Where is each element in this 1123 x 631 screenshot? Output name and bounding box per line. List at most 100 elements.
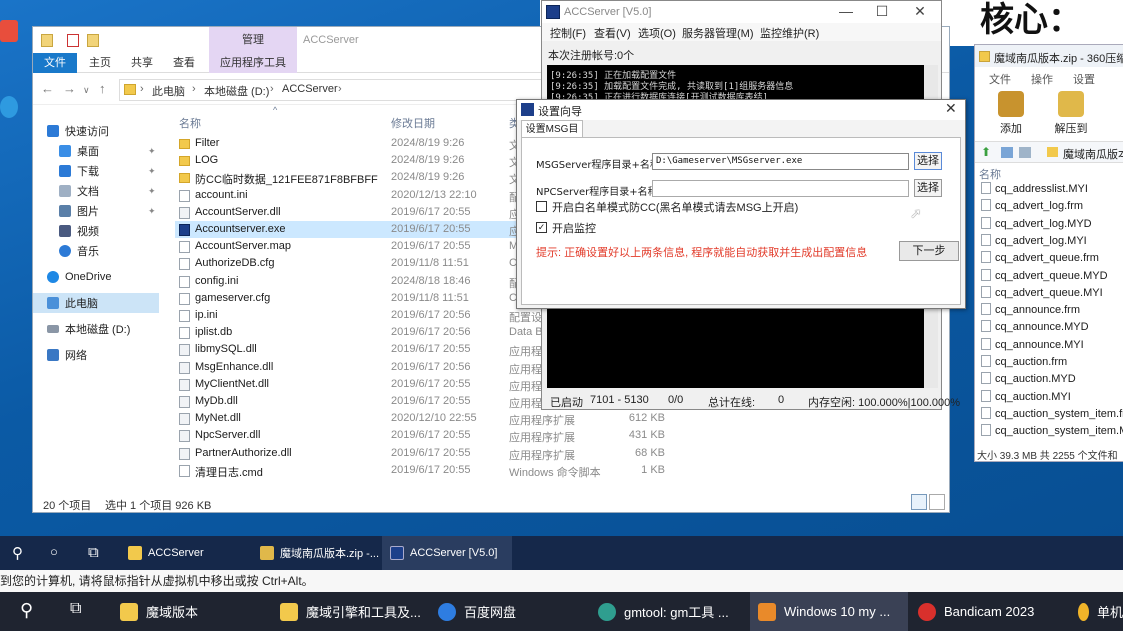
tab-home[interactable]: 主页 (83, 53, 117, 73)
file-row[interactable]: 清理日志.cmd 2019/6/17 20:55 Windows 命令脚本 1 KB (175, 462, 675, 479)
tab-file[interactable]: 文件 (33, 53, 77, 73)
pin-icon[interactable]: ✦ (148, 146, 156, 157)
zip-entry-row[interactable]: cq_auction_system_item.MYD (981, 424, 1123, 441)
nav-videos[interactable]: 视频 (59, 222, 99, 240)
list-icon[interactable] (1019, 147, 1031, 158)
taskbar-app-zip[interactable]: 魔域南瓜版本.zip -... (252, 536, 380, 570)
nav-music[interactable]: 音乐 (59, 242, 99, 260)
close-icon[interactable]: ✕ (908, 3, 932, 20)
monitor-checkbox[interactable]: ✓ (536, 222, 547, 233)
maximize-icon[interactable]: ☐ (870, 3, 894, 20)
zip-menu-operate[interactable]: 操作 (1031, 71, 1053, 87)
zip-entry-row[interactable]: cq_announce.MYI (981, 337, 1084, 355)
host-app-engine-tools[interactable]: 魔域引擎和工具及... (272, 592, 424, 631)
zip-entry-row[interactable]: cq_auction.MYI (981, 389, 1071, 407)
zip-entry-row[interactable]: cq_addresslist.MYI (981, 182, 1088, 199)
zip-entry-row[interactable]: cq_auction.frm (981, 355, 1067, 372)
desktop-icon-edge[interactable] (0, 96, 18, 118)
menu-view[interactable]: 查看(V) (594, 25, 631, 41)
tab-msg-directory[interactable]: 设置MSG目录 (521, 120, 583, 152)
task-view-icon[interactable]: ⧉ (88, 544, 99, 561)
zip-entry-row[interactable]: cq_auction_system_item.frm (981, 406, 1123, 424)
new-folder-icon[interactable] (87, 34, 99, 47)
zip-entry-row[interactable]: cq_advert_queue.MYI (981, 285, 1103, 303)
pin-icon[interactable]: ✦ (148, 166, 156, 177)
tab-app-tools[interactable]: 应用程序工具 (209, 53, 297, 73)
close-icon[interactable]: ✕ (945, 100, 957, 117)
column-header-name[interactable]: 名称 (179, 115, 201, 131)
file-row[interactable]: PartnerAuthorize.dll 2019/6/17 20:55 应用程序扩… (175, 445, 675, 462)
search-icon[interactable]: ⚲ (20, 600, 33, 621)
zip-entry-row[interactable]: cq_auction.MYD (981, 372, 1076, 389)
properties-icon[interactable] (67, 34, 79, 47)
pin-icon[interactable]: ✦ (148, 206, 156, 217)
zip-column-header-name[interactable]: 名称 (979, 166, 1001, 182)
cortana-icon[interactable]: ○ (50, 544, 58, 559)
zip-menu-settings[interactable]: 设置 (1073, 71, 1095, 87)
desktop-icon-app[interactable] (0, 20, 18, 42)
column-header-date[interactable]: 修改日期 (391, 115, 435, 131)
zip-extract-button[interactable]: 解压到 (1051, 91, 1091, 136)
nav-downloads[interactable]: 下载 (59, 162, 99, 180)
file-row[interactable]: NpcServer.dll 2019/6/17 20:55 应用程序扩展 431 KB (175, 427, 675, 444)
npcserver-path-input[interactable] (652, 180, 909, 197)
file-name: NpcServer.dll (195, 429, 261, 442)
search-icon[interactable]: ⚲ (12, 544, 23, 562)
host-app-standalone[interactable]: 单机 (1070, 592, 1123, 631)
zip-current-path[interactable]: 魔域南瓜版本 (1063, 146, 1123, 162)
msgserver-path-input[interactable]: D:\Gameserver\MSGserver.exe (652, 153, 909, 170)
file-row[interactable]: MyNet.dll 2020/12/10 22:55 应用程序扩展 612 KB (175, 410, 675, 427)
host-app-vmware[interactable]: Windows 10 my ... (750, 592, 908, 631)
zip-entry-row[interactable]: cq_advert_log.frm (981, 199, 1083, 216)
zip-entry-row[interactable]: cq_announce.frm (981, 303, 1080, 320)
large-icons-view-icon[interactable] (929, 494, 945, 510)
recent-chevron-icon[interactable]: ∨ (83, 85, 90, 96)
forward-arrow-icon[interactable]: → (63, 81, 76, 96)
minimize-icon[interactable]: — (834, 3, 858, 19)
manage-tab[interactable]: 管理 (209, 27, 297, 53)
zip-add-button[interactable]: 添加 (991, 91, 1031, 136)
zip-entry-row[interactable]: cq_advert_log.MYI (981, 233, 1087, 251)
taskbar-app-explorer[interactable]: ACCServer (120, 536, 250, 570)
up-arrow-icon[interactable]: ↑ (99, 81, 106, 96)
nav-quick-access[interactable]: 快速访问 (47, 122, 109, 140)
breadcrumb-this-pc[interactable]: 此电脑 (152, 83, 185, 99)
next-button[interactable]: 下一步 (899, 241, 959, 261)
whitelist-checkbox[interactable] (536, 201, 547, 212)
menu-server-management[interactable]: 服务器管理(M) (682, 25, 754, 41)
browse-npc-button[interactable]: 选择 (914, 179, 942, 197)
nav-desktop[interactable]: 桌面 (59, 142, 99, 160)
nav-pictures[interactable]: 图片 (59, 202, 99, 220)
host-app-baidu-netdisk[interactable]: 百度网盘 (430, 592, 588, 631)
file-icon (981, 389, 991, 402)
details-view-icon[interactable] (911, 494, 927, 510)
menu-control[interactable]: 控制(F) (550, 25, 586, 41)
tab-share[interactable]: 共享 (125, 53, 159, 73)
breadcrumb-local-disk[interactable]: 本地磁盘 (D:) (204, 83, 269, 99)
nav-local-disk[interactable]: 本地磁盘 (D:) (47, 320, 130, 338)
back-arrow-icon[interactable]: ← (41, 81, 54, 96)
pin-icon[interactable]: ✦ (148, 186, 156, 197)
host-app-gmtool[interactable]: gmtool: gm工具 ... (590, 592, 748, 631)
browse-msg-button[interactable]: 选择 (914, 152, 942, 170)
task-view-icon[interactable]: ⧉ (70, 600, 81, 618)
menu-monitor-maintenance[interactable]: 监控维护(R) (760, 25, 819, 41)
zip-entry-row[interactable]: cq_advert_queue.MYD (981, 268, 1108, 286)
host-app-mouyu-version[interactable]: 魔域版本 (112, 592, 270, 631)
nav-network[interactable]: 网络 (47, 346, 87, 364)
zip-entry-row[interactable]: cq_announce.MYD (981, 320, 1089, 337)
menu-options[interactable]: 选项(O) (638, 25, 676, 41)
nav-onedrive[interactable]: OneDrive (47, 268, 111, 286)
view-icon[interactable] (1001, 147, 1013, 158)
zip-entry-row[interactable]: cq_advert_log.MYD (981, 216, 1092, 234)
up-arrow-icon[interactable]: ⬆ (981, 145, 991, 159)
tab-view[interactable]: 查看 (167, 53, 201, 73)
zip-menu-file[interactable]: 文件 (989, 71, 1011, 87)
nav-documents[interactable]: 文档 (59, 182, 99, 200)
zip-entry-row[interactable]: cq_advert_queue.frm (981, 251, 1099, 268)
taskbar-app-accserver[interactable]: ACCServer [V5.0] (382, 536, 512, 570)
host-app-bandicam[interactable]: Bandicam 2023 (910, 592, 1068, 631)
nav-this-pc[interactable]: 此电脑 (47, 294, 98, 312)
executable-icon (179, 224, 190, 236)
breadcrumb-accserver[interactable]: ACCServer (282, 83, 338, 95)
